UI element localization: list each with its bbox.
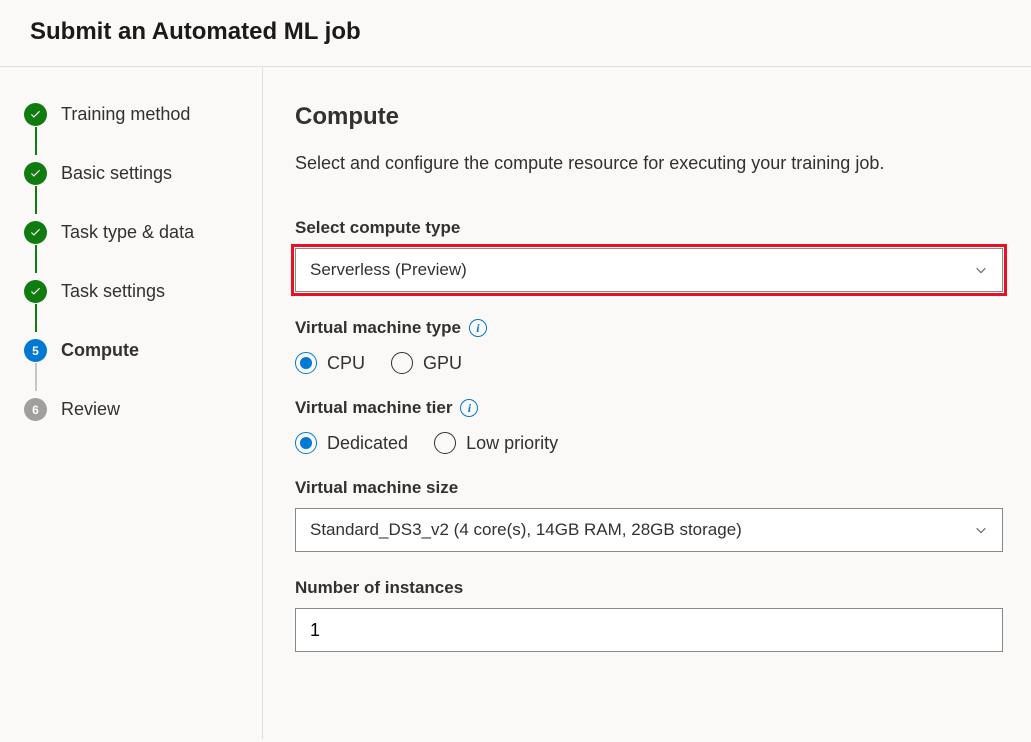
check-icon: [24, 221, 47, 244]
step-connector: [35, 304, 37, 332]
radio-label: Low priority: [466, 433, 558, 454]
step-review[interactable]: 6 Review: [24, 398, 238, 421]
step-connector: [35, 363, 37, 391]
body-wrap: Training method Basic settings Task type…: [0, 67, 1031, 739]
field-compute-type: Select compute type Serverless (Preview): [295, 218, 1003, 292]
info-icon[interactable]: i: [460, 399, 478, 417]
vm-type-label: Virtual machine type i: [295, 318, 1003, 338]
compute-type-dropdown[interactable]: Serverless (Preview): [295, 248, 1003, 292]
radio-label: Dedicated: [327, 433, 408, 454]
step-label: Task settings: [61, 281, 165, 302]
radio-unselected-icon: [434, 432, 456, 454]
radio-label: CPU: [327, 353, 365, 374]
vm-size-value: Standard_DS3_v2 (4 core(s), 14GB RAM, 28…: [310, 520, 742, 540]
page-title: Submit an Automated ML job: [30, 18, 1001, 46]
chevron-down-icon: [974, 523, 988, 537]
instances-label: Number of instances: [295, 578, 1003, 598]
step-basic-settings[interactable]: Basic settings: [24, 162, 238, 221]
check-icon: [24, 162, 47, 185]
step-connector: [35, 127, 37, 155]
compute-type-label: Select compute type: [295, 218, 1003, 238]
field-instances: Number of instances: [295, 578, 1003, 652]
step-label: Basic settings: [61, 163, 172, 184]
radio-label: GPU: [423, 353, 462, 374]
step-connector: [35, 186, 37, 214]
section-description: Select and configure the compute resourc…: [295, 153, 1003, 174]
section-heading: Compute: [295, 103, 1003, 131]
field-vm-type: Virtual machine type i CPU GPU: [295, 318, 1003, 374]
page-header: Submit an Automated ML job: [0, 0, 1031, 66]
step-number-icon: 5: [24, 339, 47, 362]
check-icon: [24, 280, 47, 303]
step-label: Compute: [61, 340, 139, 361]
chevron-down-icon: [974, 263, 988, 277]
field-vm-size: Virtual machine size Standard_DS3_v2 (4 …: [295, 478, 1003, 552]
main-content: Compute Select and configure the compute…: [263, 67, 1031, 739]
vm-type-radio-group: CPU GPU: [295, 352, 1003, 374]
vm-tier-label: Virtual machine tier i: [295, 398, 1003, 418]
field-vm-tier: Virtual machine tier i Dedicated Low pri…: [295, 398, 1003, 454]
step-number-icon: 6: [24, 398, 47, 421]
check-icon: [24, 103, 47, 126]
compute-type-value: Serverless (Preview): [310, 260, 467, 280]
vm-size-label: Virtual machine size: [295, 478, 1003, 498]
step-training-method[interactable]: Training method: [24, 103, 238, 162]
vm-tier-label-text: Virtual machine tier: [295, 398, 452, 418]
step-label: Training method: [61, 104, 190, 125]
wizard-sidebar: Training method Basic settings Task type…: [0, 67, 263, 739]
vm-type-gpu-option[interactable]: GPU: [391, 352, 462, 374]
instances-input[interactable]: [295, 608, 1003, 652]
step-compute[interactable]: 5 Compute: [24, 339, 238, 398]
vm-type-label-text: Virtual machine type: [295, 318, 461, 338]
vm-size-dropdown[interactable]: Standard_DS3_v2 (4 core(s), 14GB RAM, 28…: [295, 508, 1003, 552]
step-label: Review: [61, 399, 120, 420]
vm-tier-dedicated-option[interactable]: Dedicated: [295, 432, 408, 454]
info-icon[interactable]: i: [469, 319, 487, 337]
step-connector: [35, 245, 37, 273]
radio-selected-icon: [295, 352, 317, 374]
vm-tier-radio-group: Dedicated Low priority: [295, 432, 1003, 454]
vm-tier-low-priority-option[interactable]: Low priority: [434, 432, 558, 454]
step-label: Task type & data: [61, 222, 194, 243]
step-task-type-data[interactable]: Task type & data: [24, 221, 238, 280]
step-task-settings[interactable]: Task settings: [24, 280, 238, 339]
radio-unselected-icon: [391, 352, 413, 374]
vm-type-cpu-option[interactable]: CPU: [295, 352, 365, 374]
radio-selected-icon: [295, 432, 317, 454]
